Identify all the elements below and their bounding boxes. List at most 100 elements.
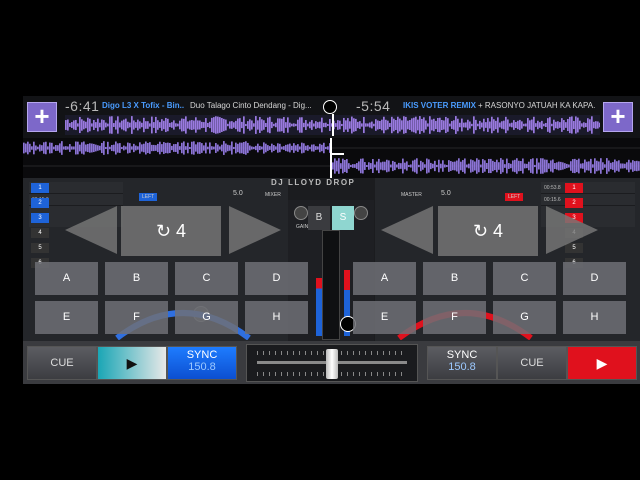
left-pad-b[interactable]: B bbox=[105, 262, 168, 295]
waveform-bar bbox=[159, 141, 161, 155]
left-pad-a[interactable]: A bbox=[35, 262, 98, 295]
waveform-bar bbox=[346, 159, 348, 173]
right-pad-d[interactable]: D bbox=[563, 262, 626, 295]
hot-cue-4[interactable]: 4 bbox=[31, 228, 49, 238]
main-waveform[interactable] bbox=[23, 138, 640, 178]
right-loop-halve-arrow[interactable] bbox=[381, 206, 433, 254]
hot-cue-2[interactable]: 2 bbox=[31, 198, 49, 208]
left-loop-box[interactable]: ↻ 4 bbox=[121, 206, 221, 256]
deck-right-next-track[interactable]: + RASONYO JATUAH KA KAPA... bbox=[478, 101, 596, 110]
gain-knob-left[interactable] bbox=[294, 206, 308, 220]
waveform-bar bbox=[37, 146, 39, 150]
waveform-bar bbox=[211, 146, 213, 150]
right-direction-label[interactable]: LEFT bbox=[505, 193, 524, 201]
waveform-bar bbox=[239, 142, 241, 154]
right-sync-button[interactable]: SYNC 150.8 bbox=[427, 346, 497, 380]
waveform-bar bbox=[536, 158, 538, 174]
mixer-tab-label[interactable]: MIXER bbox=[265, 192, 281, 198]
waveform-bar bbox=[203, 122, 205, 128]
waveform-bar bbox=[85, 144, 87, 152]
b-button[interactable]: B bbox=[308, 206, 330, 230]
right-loop-double-arrow[interactable] bbox=[546, 206, 598, 254]
deck-left-track-title[interactable]: Digo L3 X Tofix - Bin... bbox=[102, 101, 184, 110]
left-loop-double-arrow[interactable] bbox=[229, 206, 281, 254]
left-pad-c[interactable]: C bbox=[175, 262, 238, 295]
waveform-bar bbox=[239, 118, 241, 132]
waveform-bar bbox=[334, 158, 336, 174]
waveform-bar bbox=[285, 122, 287, 128]
waveform-bar bbox=[197, 120, 199, 130]
waveform-bar bbox=[385, 119, 387, 131]
right-cue-time-1[interactable]: 00:53.8 bbox=[541, 182, 635, 194]
waveform-bar bbox=[293, 143, 295, 153]
crossfader-handle[interactable] bbox=[326, 349, 338, 379]
waveform-bar bbox=[145, 141, 147, 155]
gain-knob-right[interactable] bbox=[354, 206, 368, 220]
hot-cue-1[interactable]: 1 bbox=[565, 183, 583, 193]
waveform-bar bbox=[495, 120, 497, 130]
s-button[interactable]: S bbox=[332, 206, 354, 230]
add-track-left-button[interactable]: + bbox=[27, 102, 57, 132]
waveform-bar bbox=[115, 141, 117, 155]
left-pad-d[interactable]: D bbox=[245, 262, 308, 295]
waveform-bar bbox=[523, 123, 525, 127]
crossfader[interactable] bbox=[246, 344, 418, 382]
left-pad-e[interactable]: E bbox=[35, 301, 98, 334]
left-pad-f[interactable]: F bbox=[105, 301, 168, 334]
left-loop-halve-arrow[interactable] bbox=[65, 206, 117, 254]
waveform-bar bbox=[83, 141, 85, 155]
waveform-bar bbox=[445, 116, 447, 134]
deck-right-track-title[interactable]: IKIS VOTER REMIX bbox=[403, 101, 485, 110]
waveform-bar bbox=[213, 117, 215, 133]
waveform-bar bbox=[555, 121, 557, 129]
right-pad-f[interactable]: F bbox=[423, 301, 486, 334]
right-pad-c[interactable]: C bbox=[493, 262, 556, 295]
add-track-right-button[interactable]: + bbox=[603, 102, 633, 132]
right-cue-button[interactable]: CUE bbox=[497, 346, 567, 380]
waveform-bar bbox=[426, 158, 428, 174]
waveform-bar bbox=[95, 144, 97, 152]
left-direction-label[interactable]: LEFT bbox=[139, 193, 158, 201]
waveform-bar bbox=[257, 120, 259, 130]
hot-cue-3[interactable]: 3 bbox=[31, 213, 49, 223]
waveform-bar bbox=[47, 146, 49, 150]
volume-fader-track[interactable] bbox=[322, 230, 340, 340]
waveform-bar bbox=[388, 160, 390, 172]
waveform-bar bbox=[161, 144, 163, 152]
waveform-bar bbox=[589, 119, 591, 131]
waveform-bar bbox=[628, 159, 630, 173]
right-pad-g[interactable]: G bbox=[493, 301, 556, 334]
right-pad-b[interactable]: B bbox=[423, 262, 486, 295]
waveform-bar bbox=[375, 119, 377, 131]
waveform-bar bbox=[209, 121, 211, 129]
waveform-bar bbox=[129, 122, 131, 128]
right-cue-time-2[interactable]: 00:15.6 bbox=[541, 194, 635, 206]
hot-cue-5[interactable]: 5 bbox=[31, 243, 49, 253]
waveform-bar bbox=[145, 121, 147, 129]
waveform-bar bbox=[416, 158, 418, 174]
right-play-button[interactable]: ▶ bbox=[567, 346, 637, 380]
left-pad-h[interactable]: H bbox=[245, 301, 308, 334]
left-pad-g[interactable]: G bbox=[175, 301, 238, 334]
right-pad-e[interactable]: E bbox=[353, 301, 416, 334]
scrolling-waveform[interactable] bbox=[23, 138, 640, 178]
waveform-bar bbox=[624, 163, 626, 169]
right-pad-a[interactable]: A bbox=[353, 262, 416, 295]
waveform-bar bbox=[479, 120, 481, 130]
waveform-bar bbox=[245, 141, 247, 155]
waveform-bar bbox=[131, 146, 133, 150]
waveform-bar bbox=[245, 123, 247, 127]
right-loop-box[interactable]: ↻ 4 bbox=[438, 206, 538, 256]
waveform-bar bbox=[123, 119, 125, 131]
deck-left-next-track[interactable]: Duo Talago Cinto Dendang - Dig... bbox=[190, 101, 312, 110]
left-play-button[interactable]: ▶ bbox=[97, 346, 167, 380]
waveform-bar bbox=[458, 158, 460, 174]
waveform-bar bbox=[417, 119, 419, 131]
right-pad-h[interactable]: H bbox=[563, 301, 626, 334]
master-tab-label[interactable]: MASTER bbox=[401, 192, 422, 198]
left-cue-button[interactable]: CUE bbox=[27, 346, 97, 380]
hot-cue-1[interactable]: 1 bbox=[31, 183, 49, 193]
waveform-bar bbox=[251, 146, 253, 150]
left-sync-button[interactable]: SYNC 150.8 bbox=[167, 346, 237, 380]
waveform-bar bbox=[545, 122, 547, 128]
